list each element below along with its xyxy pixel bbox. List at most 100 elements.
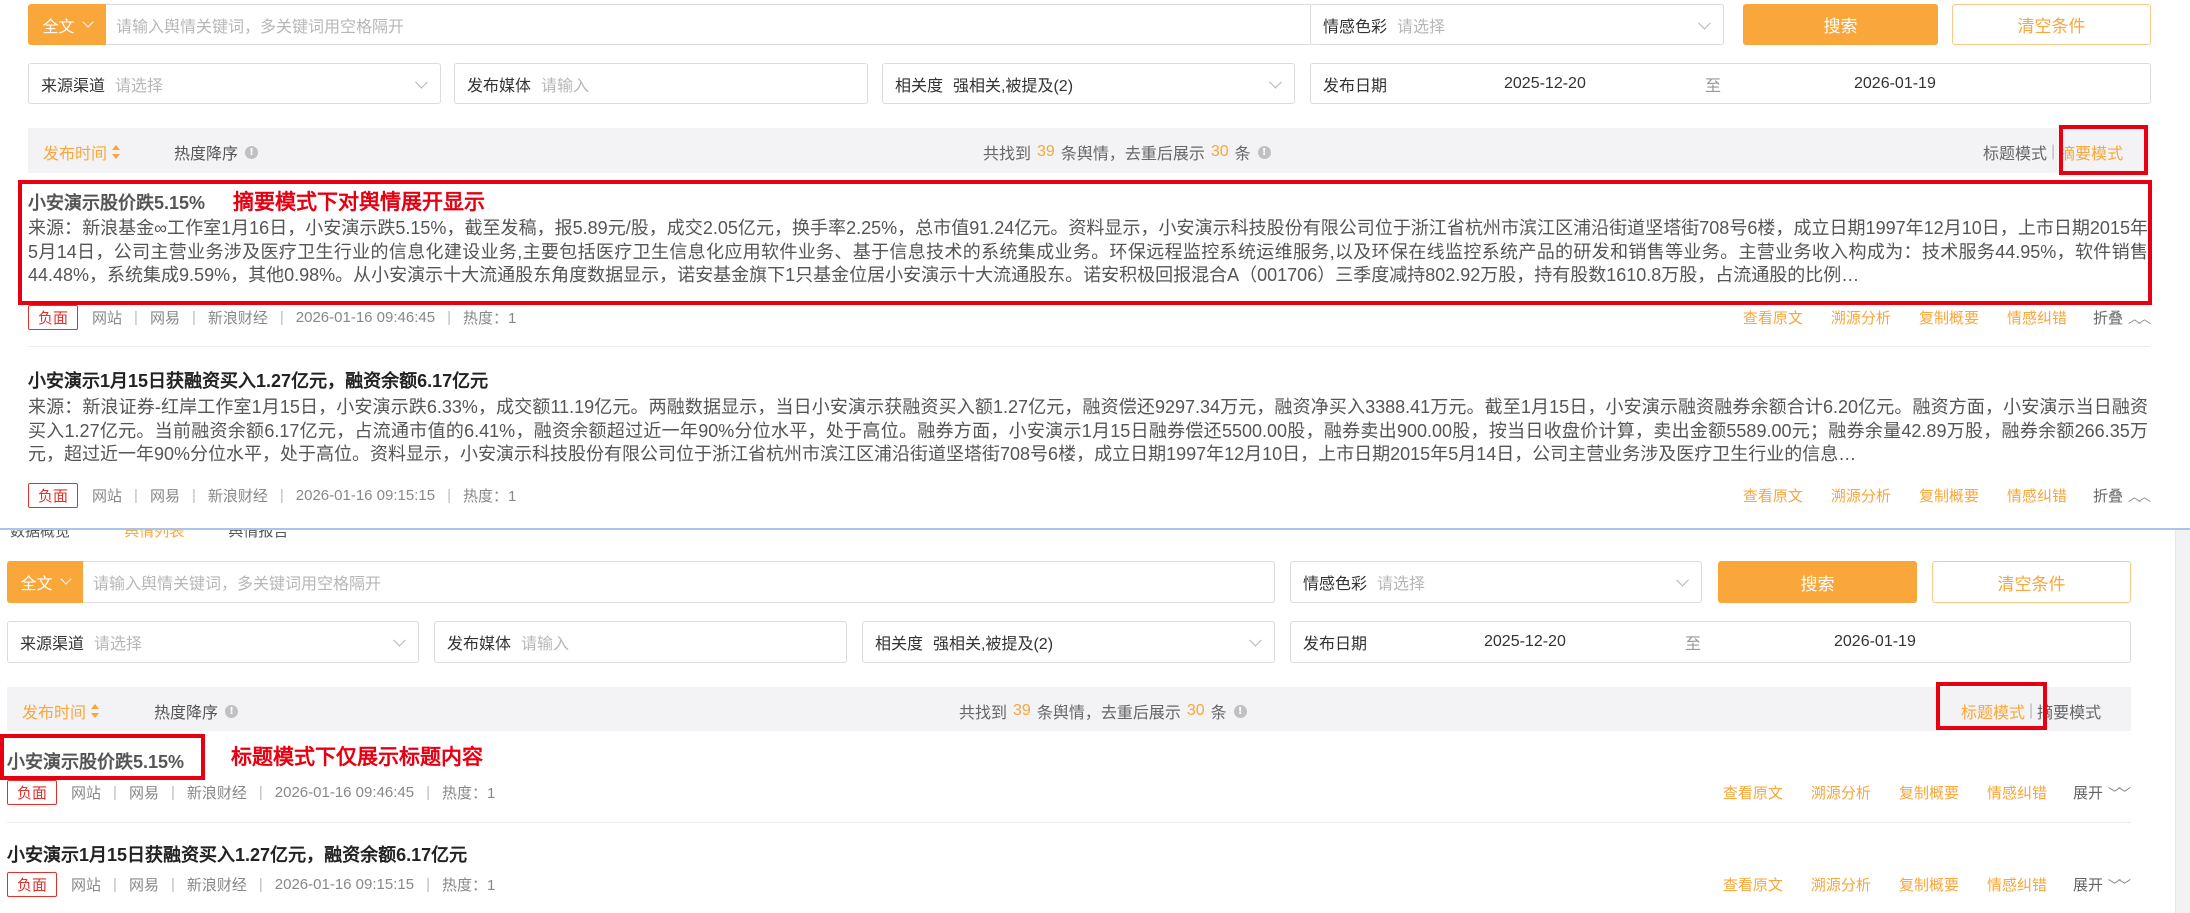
sentiment-correct-link[interactable]: 情感纠错 bbox=[1987, 782, 2047, 803]
sort-bar: 发布时间 热度降序! 共找到 39 条舆情，去重后展示 30 条! 标题模式 | 摘要模… bbox=[7, 687, 2131, 731]
chevron-down-icon bbox=[415, 75, 428, 89]
sentiment-tag: 负面 bbox=[28, 483, 79, 508]
date-start[interactable]: 2025-12-20 bbox=[1484, 633, 1566, 651]
clear-conditions-button[interactable]: 清空条件 bbox=[1952, 4, 2151, 45]
item-title[interactable]: 小安演示1月15日获融资买入1.27亿元，融资余额6.17亿元 bbox=[28, 367, 488, 393]
highlight-box-title-mode bbox=[1936, 682, 2047, 730]
relevance-select[interactable]: 相关度 强相关,被提及(2) bbox=[882, 63, 1295, 104]
sentiment-tag: 负面 bbox=[28, 305, 79, 330]
expand-button[interactable]: 展开 ﹀﹀ bbox=[2073, 874, 2131, 895]
sentiment-correct-link[interactable]: 情感纠错 bbox=[1987, 874, 2047, 895]
title-mode-button[interactable]: 标题模式 bbox=[1983, 140, 2047, 164]
search-scope-select[interactable]: 全文 bbox=[7, 561, 83, 603]
item-actions: 查看原文 溯源分析 复制概要 情感纠错 折叠 ︿︿ bbox=[1715, 307, 2151, 328]
copy-summary-link[interactable]: 复制概要 bbox=[1899, 782, 1959, 803]
result-count: 共找到 39 条舆情，去重后展示 30 条! bbox=[959, 699, 1247, 723]
trace-analysis-link[interactable]: 溯源分析 bbox=[1831, 485, 1891, 506]
info-icon: ! bbox=[1233, 704, 1247, 718]
title-mode-panel: 数据概览 舆情列表 舆情报告 全文 请输入舆情关键词，多关键词用空格隔开 情感色… bbox=[0, 528, 2190, 913]
result-count: 共找到 39 条舆情，去重后展示 30 条! bbox=[983, 140, 1271, 164]
media-input[interactable]: 发布媒体 请输入 bbox=[434, 621, 847, 663]
sentiment-select[interactable]: 情感色彩 请选择 bbox=[1290, 561, 1702, 603]
sentiment-select[interactable]: 情感色彩 请选择 bbox=[1310, 4, 1724, 45]
date-end[interactable]: 2026-01-19 bbox=[1854, 75, 1936, 93]
chevron-down-icon bbox=[59, 573, 72, 585]
highlight-box-summary-mode bbox=[2059, 125, 2148, 175]
item-meta: 负面 网站 | 网易 | 新浪财经 | 2026-01-16 09:15:15 | 热度… bbox=[28, 483, 516, 508]
item-meta: 负面 网站 | 网易 | 新浪财经 | 2026-01-16 09:46:45 | 热度… bbox=[7, 780, 495, 805]
double-chevron-up-icon: ︿︿ bbox=[2127, 311, 2151, 326]
clear-conditions-button[interactable]: 清空条件 bbox=[1932, 561, 2131, 603]
search-scope-label: 全文 bbox=[42, 18, 75, 36]
chevron-down-icon bbox=[81, 15, 94, 28]
copy-summary-link[interactable]: 复制概要 bbox=[1899, 874, 1959, 895]
view-original-link[interactable]: 查看原文 bbox=[1723, 874, 1783, 895]
search-button[interactable]: 搜索 bbox=[1718, 561, 1917, 603]
chevron-down-icon bbox=[393, 633, 406, 647]
chevron-down-icon bbox=[1269, 75, 1282, 89]
sort-arrows-icon bbox=[112, 145, 121, 159]
sort-arrows-icon bbox=[91, 704, 100, 718]
highlight-box-summary-item bbox=[18, 180, 2152, 305]
copy-summary-link[interactable]: 复制概要 bbox=[1919, 485, 1979, 506]
item-actions: 查看原文 溯源分析 复制概要 情感纠错 展开 ﹀﹀ bbox=[1695, 782, 2131, 803]
vertical-scrollbar[interactable] bbox=[2175, 530, 2190, 913]
summary-mode-panel: 全文 请输入舆情关键词，多关键词用空格隔开 情感色彩 请选择 搜索 清空条件 来… bbox=[0, 0, 2190, 528]
item-actions: 查看原文 溯源分析 复制概要 情感纠错 折叠 ︿︿ bbox=[1715, 485, 2151, 506]
tab-list[interactable]: 舆情列表 bbox=[124, 530, 184, 540]
date-range-picker[interactable]: 发布日期 2025-12-20 至 2026-01-19 bbox=[1310, 63, 2151, 104]
item-meta: 负面 网站 | 网易 | 新浪财经 | 2026-01-16 09:46:45 | 热度… bbox=[28, 305, 516, 330]
nav-tabs: 数据概览 舆情列表 舆情报告 bbox=[10, 530, 288, 541]
sort-bar: 发布时间 热度降序! 共找到 39 条舆情，去重后展示 30 条! 标题模式 | 摘要模… bbox=[28, 128, 2150, 173]
view-original-link[interactable]: 查看原文 bbox=[1743, 485, 1803, 506]
collapse-button[interactable]: 折叠 ︿︿ bbox=[2093, 307, 2151, 328]
double-chevron-down-icon: ﹀﹀ bbox=[2107, 786, 2131, 801]
sort-by-time[interactable]: 发布时间 bbox=[43, 140, 121, 164]
chevron-down-icon bbox=[1676, 573, 1689, 587]
search-scope-select[interactable]: 全文 bbox=[28, 4, 106, 45]
source-channel-select[interactable]: 来源渠道 请选择 bbox=[28, 63, 441, 104]
tab-report[interactable]: 舆情报告 bbox=[228, 530, 288, 540]
collapse-button[interactable]: 折叠 ︿︿ bbox=[2093, 485, 2151, 506]
copy-summary-link[interactable]: 复制概要 bbox=[1919, 307, 1979, 328]
relevance-select[interactable]: 相关度 强相关,被提及(2) bbox=[862, 621, 1275, 663]
highlight-box-title-item bbox=[0, 734, 205, 780]
info-icon: ! bbox=[225, 704, 239, 718]
sentiment-tag: 负面 bbox=[7, 780, 58, 805]
double-chevron-up-icon: ︿︿ bbox=[2127, 489, 2151, 504]
sentiment-correct-link[interactable]: 情感纠错 bbox=[2007, 307, 2067, 328]
divider bbox=[28, 346, 2150, 347]
sort-by-heat[interactable]: 热度降序! bbox=[174, 140, 259, 164]
chevron-down-icon bbox=[1249, 633, 1262, 647]
search-button[interactable]: 搜索 bbox=[1743, 4, 1938, 45]
divider bbox=[7, 822, 2131, 823]
view-original-link[interactable]: 查看原文 bbox=[1723, 782, 1783, 803]
item-title[interactable]: 小安演示1月15日获融资买入1.27亿元，融资余额6.17亿元 bbox=[7, 841, 467, 867]
search-scope-label: 全文 bbox=[20, 576, 53, 593]
sentiment-tag: 负面 bbox=[7, 872, 58, 897]
annotation-title-mode: 标题模式下仅展示标题内容 bbox=[231, 746, 483, 769]
sort-by-time[interactable]: 发布时间 bbox=[22, 699, 100, 723]
chevron-down-icon bbox=[1698, 16, 1711, 30]
media-input[interactable]: 发布媒体 请输入 bbox=[454, 63, 868, 104]
sort-by-heat[interactable]: 热度降序! bbox=[154, 699, 239, 723]
source-channel-select[interactable]: 来源渠道 请选择 bbox=[7, 621, 419, 663]
date-end[interactable]: 2026-01-19 bbox=[1834, 633, 1916, 651]
trace-analysis-link[interactable]: 溯源分析 bbox=[1831, 307, 1891, 328]
double-chevron-down-icon: ﹀﹀ bbox=[2107, 878, 2131, 893]
item-actions: 查看原文 溯源分析 复制概要 情感纠错 展开 ﹀﹀ bbox=[1695, 874, 2131, 895]
trace-analysis-link[interactable]: 溯源分析 bbox=[1811, 874, 1871, 895]
keyword-input[interactable]: 请输入舆情关键词，多关键词用空格隔开 bbox=[83, 561, 1275, 603]
info-icon: ! bbox=[1257, 145, 1271, 159]
date-start[interactable]: 2025-12-20 bbox=[1504, 75, 1586, 93]
item-summary: 来源：新浪证券-红岸工作室1月15日，小安演示跌6.33%，成交额11.19亿元… bbox=[28, 397, 2148, 464]
expand-button[interactable]: 展开 ﹀﹀ bbox=[2073, 782, 2131, 803]
tab-overview[interactable]: 数据概览 bbox=[10, 530, 70, 540]
info-icon: ! bbox=[245, 145, 259, 159]
trace-analysis-link[interactable]: 溯源分析 bbox=[1811, 782, 1871, 803]
keyword-input[interactable]: 请输入舆情关键词，多关键词用空格隔开 bbox=[106, 4, 1312, 45]
date-range-picker[interactable]: 发布日期 2025-12-20 至 2026-01-19 bbox=[1290, 621, 2131, 663]
item-meta: 负面 网站 | 网易 | 新浪财经 | 2026-01-16 09:15:15 | 热度… bbox=[7, 872, 495, 897]
sentiment-correct-link[interactable]: 情感纠错 bbox=[2007, 485, 2067, 506]
view-original-link[interactable]: 查看原文 bbox=[1743, 307, 1803, 328]
